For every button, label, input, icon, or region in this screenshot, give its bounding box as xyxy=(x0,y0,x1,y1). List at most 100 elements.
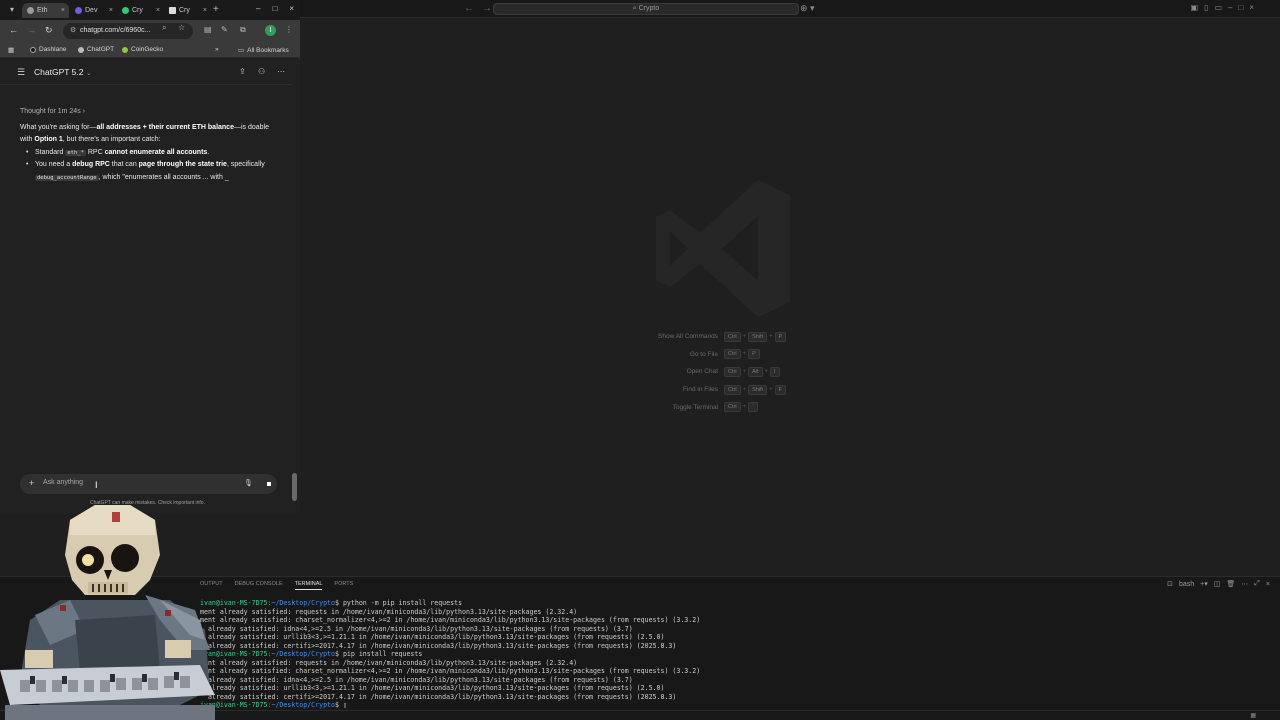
extension-icon[interactable]: ▤ xyxy=(204,25,212,34)
search-icon: ⌕ xyxy=(632,5,637,12)
chatgpt-icon xyxy=(78,46,84,53)
stop-generation-button[interactable] xyxy=(262,477,276,491)
bookmark-label: ChatGPT xyxy=(87,46,115,53)
share-icon[interactable]: ⇪ xyxy=(239,67,246,76)
bookmark-chatgpt[interactable]: ChatGPT xyxy=(78,46,114,53)
all-bookmarks[interactable]: ▭ All Bookmarks xyxy=(238,46,289,55)
coingecko-icon xyxy=(122,46,128,53)
tab-title: Eth xyxy=(37,7,48,14)
tab-favicon-icon xyxy=(27,7,34,14)
profile-avatar[interactable]: I xyxy=(265,25,276,36)
extensions-puzzle-icon[interactable]: ⧉ xyxy=(240,25,246,35)
terminal-prompt: ivan@ivan-MS-7D75:~/Desktop/Crypto$ pyth… xyxy=(200,599,463,607)
browser-tab[interactable]: Cry × xyxy=(164,3,211,18)
shortcut-label: Go to File xyxy=(689,350,718,358)
model-selector[interactable]: ChatGPT 5.2 ⌄ xyxy=(34,67,92,77)
trash-icon[interactable]: 🗑 xyxy=(1226,580,1235,588)
apps-icon[interactable]: ▦ xyxy=(8,46,14,54)
plus-separator: + xyxy=(742,386,747,393)
tab-terminal[interactable]: TERMINAL xyxy=(294,581,323,590)
bookmark-coingecko[interactable]: CoinGecko xyxy=(122,46,163,53)
layout-icon[interactable]: ▦ xyxy=(1250,712,1256,719)
close-tab-icon[interactable]: × xyxy=(156,7,160,14)
tab-debug-console[interactable]: DEBUG CONSOLE xyxy=(235,581,283,590)
back-arrow-icon[interactable]: ← xyxy=(464,3,474,14)
maximize-panel-icon[interactable]: ⤢ xyxy=(1254,580,1260,588)
back-arrow-icon[interactable]: ← xyxy=(9,25,18,35)
maximize-icon[interactable]: □ xyxy=(272,4,277,13)
all-bookmarks-label: All Bookmarks xyxy=(247,46,289,54)
close-tab-icon[interactable]: × xyxy=(109,7,113,14)
skeleton-keyboard-avatar xyxy=(0,505,215,720)
assistant-message: Thought for 1m 24s › What you're asking … xyxy=(20,106,282,184)
terminal-line: already satisfied: urllib3<3,>=1.21.1 in… xyxy=(200,633,665,641)
chat-input[interactable]: Ask anything xyxy=(43,479,83,486)
shortcut-label: Show All Commands xyxy=(658,333,718,341)
browser-tab[interactable]: Cry × xyxy=(117,3,164,18)
more-icon[interactable]: ⋯ xyxy=(277,67,285,76)
chat-composer[interactable]: + Ask anything 🎙 xyxy=(20,474,277,494)
list-item: You need a debug RPC that can page throu… xyxy=(26,159,282,184)
keycap: Shift xyxy=(748,331,768,342)
close-icon[interactable]: × xyxy=(1249,3,1260,12)
sidebar-menu-icon[interactable]: ☰ xyxy=(17,67,25,78)
new-tab-icon[interactable]: + xyxy=(213,4,219,15)
message-list: Standard eth_* RPC cannot enumerate all … xyxy=(20,147,282,185)
window-controls: – □ × xyxy=(256,4,294,13)
close-panel-icon[interactable]: × xyxy=(1266,581,1270,588)
bookmarks-bar: ▦ Dashlane ChatGPT CoinGecko » ▭ All Book… xyxy=(0,42,300,58)
zoom-icon[interactable]: ⌕ xyxy=(162,23,166,33)
thought-duration[interactable]: Thought for 1m 24s › xyxy=(20,106,282,119)
address-bar[interactable]: ⚙ chatgpt.com/c/6960c... xyxy=(63,23,193,39)
layout-controls[interactable]: ▣▯▭–□× xyxy=(1191,3,1261,12)
chevron-right-icon[interactable]: » xyxy=(215,46,219,53)
layout-icon[interactable]: ▣ xyxy=(1191,3,1205,12)
minimize-icon[interactable]: – xyxy=(256,4,260,13)
terminal-shell-label[interactable]: bash xyxy=(1179,581,1194,588)
reload-icon[interactable]: ↻ xyxy=(45,25,53,36)
split-terminal-icon[interactable]: ◫ xyxy=(1214,580,1221,588)
plus-separator: + xyxy=(764,368,769,375)
keycap: I xyxy=(770,366,780,377)
site-info-icon[interactable]: ⚙ xyxy=(70,26,76,34)
minimize-icon[interactable]: – xyxy=(1228,3,1238,12)
forward-arrow-icon[interactable]: → xyxy=(482,3,492,14)
bookmark-star-icon[interactable]: ☆ xyxy=(178,23,185,32)
terminal-output[interactable]: ivan@ivan-MS-7D75:~/Desktop/Crypto$ pyth… xyxy=(200,599,1260,710)
command-center-search[interactable]: ⌕ Crypto xyxy=(493,3,799,15)
maximize-icon[interactable]: □ xyxy=(1238,3,1249,12)
page-scrollbar[interactable] xyxy=(292,473,297,501)
keycap: Ctrl xyxy=(724,331,741,342)
sidebar-toggle-icon[interactable]: ▯ xyxy=(1204,3,1214,12)
shortcut-keys: Ctrl + ` xyxy=(724,402,758,413)
terminal-prompt: ivan@ivan-MS-7D75:~/Desktop/Crypto$ ▯ xyxy=(200,701,347,709)
plus-separator: + xyxy=(742,333,747,340)
more-icon[interactable]: ⋯ xyxy=(1241,580,1248,588)
chrome-window: ▾ Eth × Dev × Cry × Cry × + – □ × ← → ↻ ⚙ ch… xyxy=(0,0,300,513)
add-person-icon[interactable]: ⚇ xyxy=(258,67,265,76)
copilot-icon[interactable]: ⊕ ▾ xyxy=(800,3,815,14)
tab-search-icon[interactable]: ▾ xyxy=(6,5,18,15)
tab-ports[interactable]: PORTS xyxy=(334,581,353,590)
chatgpt-header: ☰ ChatGPT 5.2 ⌄ ⇪ ⚇ ⋯ xyxy=(0,59,292,85)
microphone-icon[interactable]: 🎙 xyxy=(244,479,253,487)
browser-toolbar: ← → ↻ ⚙ chatgpt.com/c/6960c... ⌕ ☆ ▤ ✎ ⧉… xyxy=(0,20,300,42)
pen-icon[interactable]: ✎ xyxy=(221,25,228,34)
browser-tab[interactable]: Dev × xyxy=(70,3,117,18)
terminal-scrollbar[interactable] xyxy=(1273,599,1276,699)
shortcut-label: Find in Files xyxy=(682,386,718,394)
close-tab-icon[interactable]: × xyxy=(203,7,207,14)
shortcut-row: Go to File Ctrl + P xyxy=(620,346,880,364)
bookmark-dashlane[interactable]: Dashlane xyxy=(30,46,66,53)
keycap: Ctrl xyxy=(724,402,741,413)
browser-tab[interactable]: Eth × xyxy=(22,3,69,18)
chrome-menu-icon[interactable]: ⋮ xyxy=(285,25,293,34)
new-terminal-icon[interactable]: +▾ xyxy=(1200,580,1208,588)
close-tab-icon[interactable]: × xyxy=(61,7,65,14)
terminal-icon: ⊡ xyxy=(1167,581,1173,588)
tab-bar: ▾ Eth × Dev × Cry × Cry × + – □ × xyxy=(0,0,300,20)
panel-toggle-icon[interactable]: ▭ xyxy=(1214,3,1228,12)
close-icon[interactable]: × xyxy=(289,4,294,13)
forward-arrow-icon[interactable]: → xyxy=(27,25,36,35)
add-attachment-icon[interactable]: + xyxy=(29,478,34,488)
